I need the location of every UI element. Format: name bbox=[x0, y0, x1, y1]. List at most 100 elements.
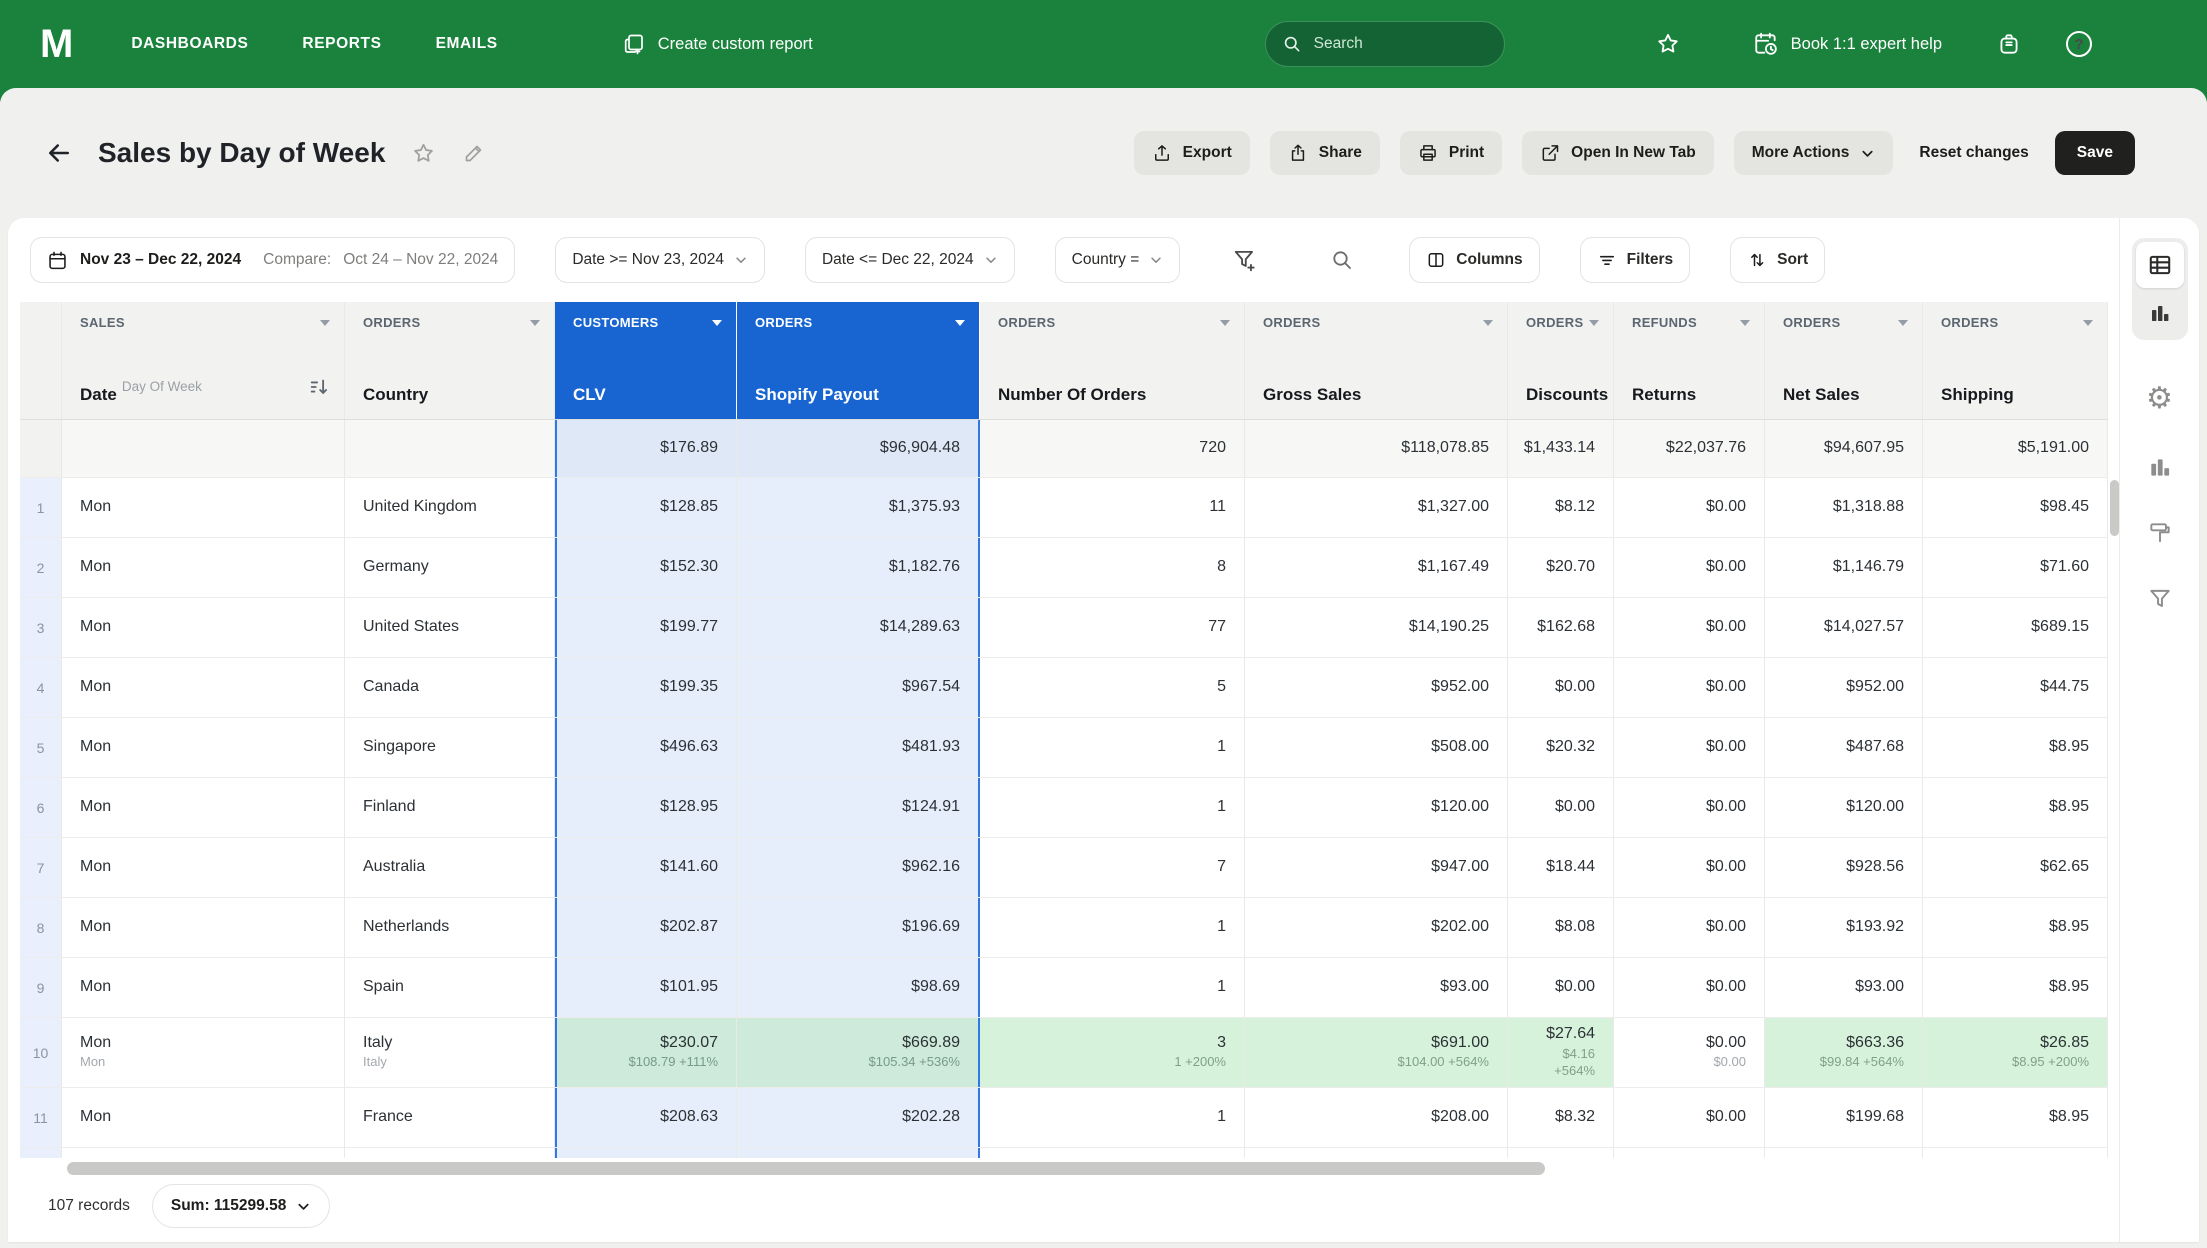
cell-number-of-orders[interactable]: 1 bbox=[980, 958, 1245, 1017]
nav-emails[interactable]: EMAILS bbox=[436, 35, 498, 53]
cell-shopify-payout[interactable]: $1,375.93 bbox=[737, 478, 980, 537]
table-search-icon[interactable] bbox=[1330, 248, 1354, 272]
horizontal-scrollbar[interactable] bbox=[67, 1162, 1545, 1175]
export-button[interactable]: Export bbox=[1133, 131, 1250, 175]
cell-discounts[interactable]: $8.08 bbox=[1508, 898, 1614, 957]
filter-funnel-icon[interactable] bbox=[2147, 586, 2173, 612]
cell-country[interactable]: Germany bbox=[345, 538, 555, 597]
favorites-star-icon[interactable] bbox=[1655, 31, 1681, 57]
chart-view-button[interactable] bbox=[2136, 290, 2184, 336]
cell-shopify-payout[interactable]: $669.89 $105.34 +536% bbox=[737, 1018, 980, 1087]
cell-discounts[interactable]: $0.00 bbox=[1508, 658, 1614, 717]
cell-net-sales[interactable]: $663.36 $99.84 +564% bbox=[1765, 1018, 1923, 1087]
cell-gross-sales[interactable]: $508.00 bbox=[1245, 718, 1508, 777]
cell-shipping[interactable]: $62.65 bbox=[1923, 838, 2108, 897]
cell-returns[interactable]: $0.00 bbox=[1614, 1088, 1765, 1147]
create-custom-report-button[interactable]: Create custom report bbox=[622, 32, 813, 56]
cell-discounts[interactable]: $0.00 bbox=[1508, 958, 1614, 1017]
cell-discounts[interactable]: $18.44 bbox=[1508, 838, 1614, 897]
cell-gross-sales[interactable]: $1,327.00 bbox=[1245, 478, 1508, 537]
cell-returns[interactable]: $0.00 $0.00 bbox=[1614, 1018, 1765, 1087]
columns-button[interactable]: Columns bbox=[1409, 237, 1540, 283]
nav-dashboards[interactable]: DASHBOARDS bbox=[131, 35, 248, 53]
cell-shipping[interactable]: $26.85 $8.95 +200% bbox=[1923, 1018, 2108, 1087]
cell-net-sales[interactable]: $199.68 bbox=[1765, 1088, 1923, 1147]
cell-gross-sales[interactable]: $14,190.25 bbox=[1245, 598, 1508, 657]
filters-button[interactable]: Filters bbox=[1579, 237, 1691, 283]
cell-clv[interactable]: $199.35 bbox=[555, 658, 737, 717]
cell-net-sales[interactable]: $1,146.79 bbox=[1765, 538, 1923, 597]
cell-country[interactable]: Australia bbox=[345, 838, 555, 897]
column-menu-arrow-icon[interactable] bbox=[1740, 319, 1750, 326]
settings-gear-icon[interactable]: ⚙ bbox=[2146, 384, 2173, 414]
cell-clv[interactable]: $152.30 bbox=[555, 538, 737, 597]
cell-gross-sales[interactable]: $691.00 $104.00 +564% bbox=[1245, 1018, 1508, 1087]
cell-net-sales[interactable]: $14,027.57 bbox=[1765, 598, 1923, 657]
column-menu-arrow-icon[interactable] bbox=[1220, 319, 1230, 326]
cell-clv[interactable]: $128.85 bbox=[555, 478, 737, 537]
cell-gross-sales[interactable]: $93.00 bbox=[1245, 958, 1508, 1017]
cell-gross-sales[interactable]: $952.00 bbox=[1245, 658, 1508, 717]
cell-country[interactable]: Spain bbox=[345, 958, 555, 1017]
column-header-shipping[interactable]: ORDERS Shipping bbox=[1923, 302, 2108, 419]
cell-shopify-payout[interactable]: $14,289.63 bbox=[737, 598, 980, 657]
cell-date[interactable]: Mon bbox=[62, 838, 345, 897]
cell-shopify-payout[interactable]: $481.93 bbox=[737, 718, 980, 777]
cell-shipping[interactable]: $8.95 bbox=[1923, 1088, 2108, 1147]
edit-title-pencil-icon[interactable] bbox=[462, 141, 486, 165]
column-menu-arrow-icon[interactable] bbox=[1898, 319, 1908, 326]
cell-clv[interactable]: $128.95 bbox=[555, 778, 737, 837]
cell-shipping[interactable]: $71.60 bbox=[1923, 538, 2108, 597]
cell-date[interactable]: Mon bbox=[62, 718, 345, 777]
cell-net-sales[interactable]: $487.68 bbox=[1765, 718, 1923, 777]
chart-settings-icon[interactable] bbox=[2147, 454, 2173, 480]
cell-shopify-payout[interactable]: $967.54 bbox=[737, 658, 980, 717]
filter-pill-date-gte[interactable]: Date >= Nov 23, 2024 bbox=[555, 237, 765, 283]
cell-country[interactable]: United States bbox=[345, 598, 555, 657]
cell-date[interactable]: Mon bbox=[62, 658, 345, 717]
help-icon[interactable] bbox=[2066, 31, 2092, 57]
cell-clv[interactable]: $101.95 bbox=[555, 958, 737, 1017]
cell-discounts[interactable]: $27.64 $4.16 +564% bbox=[1508, 1018, 1614, 1087]
cell-returns[interactable]: $0.00 bbox=[1614, 718, 1765, 777]
cell-country[interactable]: Finland bbox=[345, 778, 555, 837]
cell-discounts[interactable]: $8.32 bbox=[1508, 1088, 1614, 1147]
cell-returns[interactable]: $0.00 bbox=[1614, 778, 1765, 837]
cell-number-of-orders[interactable]: 77 bbox=[980, 598, 1245, 657]
cell-shopify-payout[interactable]: $196.69 bbox=[737, 898, 980, 957]
cell-net-sales[interactable]: $1,318.88 bbox=[1765, 478, 1923, 537]
filter-pill-date-lte[interactable]: Date <= Dec 22, 2024 bbox=[804, 237, 1015, 283]
column-menu-arrow-icon[interactable] bbox=[1483, 319, 1493, 326]
cell-country[interactable]: Canada bbox=[345, 658, 555, 717]
cell-shipping[interactable]: $44.75 bbox=[1923, 658, 2108, 717]
cell-net-sales[interactable]: $952.00 bbox=[1765, 658, 1923, 717]
more-actions-button[interactable]: More Actions bbox=[1733, 131, 1894, 175]
reset-changes-button[interactable]: Reset changes bbox=[1913, 131, 2034, 175]
cell-number-of-orders[interactable]: 1 bbox=[980, 898, 1245, 957]
cell-net-sales[interactable]: $193.92 bbox=[1765, 898, 1923, 957]
cell-clv[interactable]: $141.60 bbox=[555, 838, 737, 897]
formatting-paint-roller-icon[interactable] bbox=[2147, 520, 2173, 546]
cell-number-of-orders[interactable]: 1 bbox=[980, 778, 1245, 837]
vertical-scrollbar[interactable] bbox=[2110, 480, 2119, 536]
column-header-date[interactable]: SALES Date Day Of Week bbox=[62, 302, 345, 419]
cell-date[interactable]: Mon bbox=[62, 538, 345, 597]
cell-returns[interactable]: $0.00 bbox=[1614, 898, 1765, 957]
cell-country[interactable]: Italy Italy bbox=[345, 1018, 555, 1087]
column-header-discounts[interactable]: ORDERS Discounts bbox=[1508, 302, 1614, 419]
cell-number-of-orders[interactable]: 11 bbox=[980, 478, 1245, 537]
sum-aggregate-button[interactable]: Sum: 115299.58 bbox=[151, 1184, 331, 1228]
cell-returns[interactable]: $0.00 bbox=[1614, 478, 1765, 537]
cell-shipping[interactable]: $98.45 bbox=[1923, 478, 2108, 537]
column-header-clv[interactable]: CUSTOMERS CLV bbox=[555, 302, 737, 419]
cell-returns[interactable]: $0.00 bbox=[1614, 838, 1765, 897]
cell-clv[interactable]: $208.63 bbox=[555, 1088, 737, 1147]
cell-shopify-payout[interactable]: $98.69 bbox=[737, 958, 980, 1017]
column-header-gross-sales[interactable]: ORDERS Gross Sales bbox=[1245, 302, 1508, 419]
cell-date[interactable]: Mon Mon bbox=[62, 1018, 345, 1087]
column-menu-arrow-icon[interactable] bbox=[2083, 319, 2093, 326]
save-button[interactable]: Save bbox=[2054, 131, 2135, 175]
cell-clv[interactable]: $230.07 $108.79 +111% bbox=[555, 1018, 737, 1087]
cell-number-of-orders[interactable]: 1 bbox=[980, 1088, 1245, 1147]
column-menu-arrow-icon[interactable] bbox=[712, 319, 722, 326]
